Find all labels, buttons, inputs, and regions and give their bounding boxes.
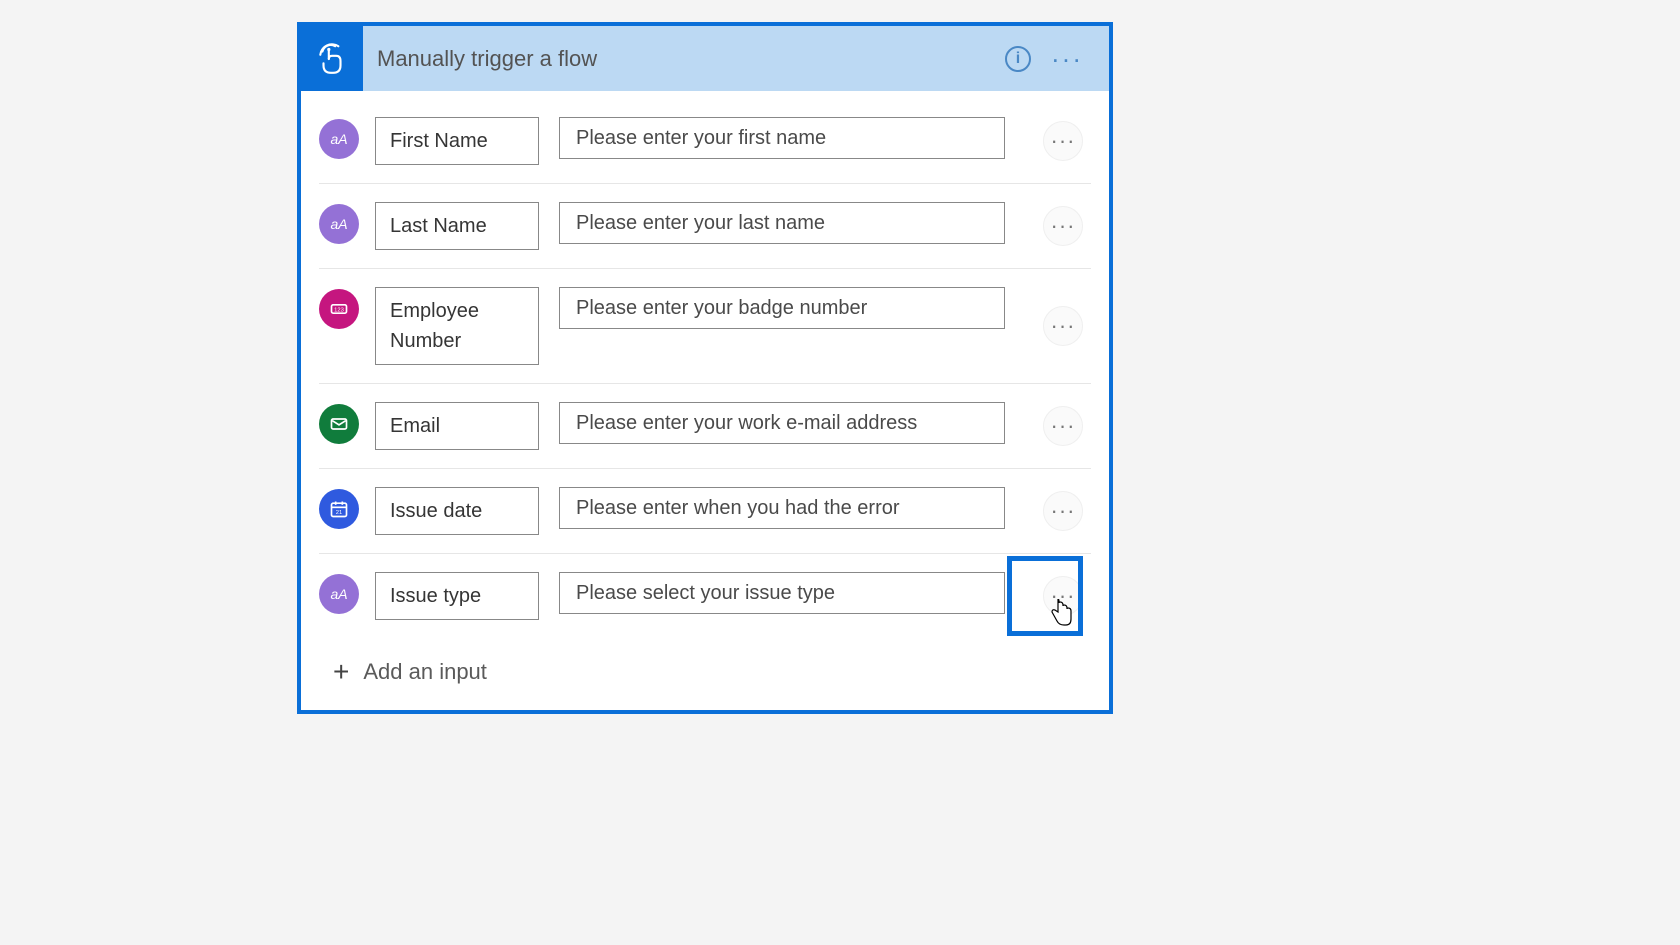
row-more-icon[interactable]: ··· [1043,406,1083,446]
header-more-icon[interactable]: ··· [1051,43,1083,74]
trigger-card: Manually trigger a flow i ··· aA First Na… [297,22,1113,714]
row-more-icon[interactable]: ··· [1043,121,1083,161]
input-description-input[interactable] [560,574,1004,613]
input-row: aA Issue type ··· [319,554,1091,638]
input-description-input[interactable] [560,404,1004,443]
input-description-field[interactable] [559,487,1005,529]
input-name-field[interactable]: Employee Number [375,287,539,365]
input-name-field[interactable]: Issue date [375,487,539,535]
plus-icon: + [333,658,349,686]
input-name-field[interactable]: Last Name [375,202,539,250]
input-description-field[interactable] [559,287,1005,329]
input-description-field[interactable] [559,572,1005,614]
input-row: 21 Issue date ··· [319,469,1091,554]
header-title: Manually trigger a flow [377,46,597,72]
input-row: 123 Employee Number ··· [319,269,1091,384]
text-type-icon: aA [319,204,359,244]
input-row: aA Last Name ··· [319,184,1091,269]
input-name-field[interactable]: Issue type [375,572,539,620]
row-more-icon[interactable]: ··· [1043,491,1083,531]
add-input-label: Add an input [363,659,487,685]
text-type-icon: aA [319,119,359,159]
input-row: aA First Name ··· [319,99,1091,184]
card-header: Manually trigger a flow i ··· [301,26,1109,91]
row-more-icon[interactable]: ··· [1043,206,1083,246]
input-description-input[interactable] [560,289,1004,328]
input-row: Email ··· [319,384,1091,469]
svg-text:21: 21 [336,510,342,516]
inputs-area: aA First Name ··· aA Last Name ··· 123 Employee… [301,91,1109,638]
input-description-field[interactable] [559,117,1005,159]
input-name-field[interactable]: First Name [375,117,539,165]
text-type-icon: aA [319,574,359,614]
info-icon[interactable]: i [1005,46,1031,72]
input-description-input[interactable] [560,119,1004,158]
date-type-icon: 21 [319,489,359,529]
input-name-field[interactable]: Email [375,402,539,450]
add-input-button[interactable]: + Add an input [301,638,1109,710]
row-more-icon[interactable]: ··· [1043,306,1083,346]
input-description-field[interactable] [559,402,1005,444]
trigger-icon [301,26,363,91]
email-type-icon [319,404,359,444]
svg-text:123: 123 [334,308,344,314]
input-description-field[interactable] [559,202,1005,244]
row-more-icon[interactable]: ··· [1043,576,1083,616]
input-description-input[interactable] [560,489,1004,528]
number-type-icon: 123 [319,289,359,329]
input-description-input[interactable] [560,204,1004,243]
